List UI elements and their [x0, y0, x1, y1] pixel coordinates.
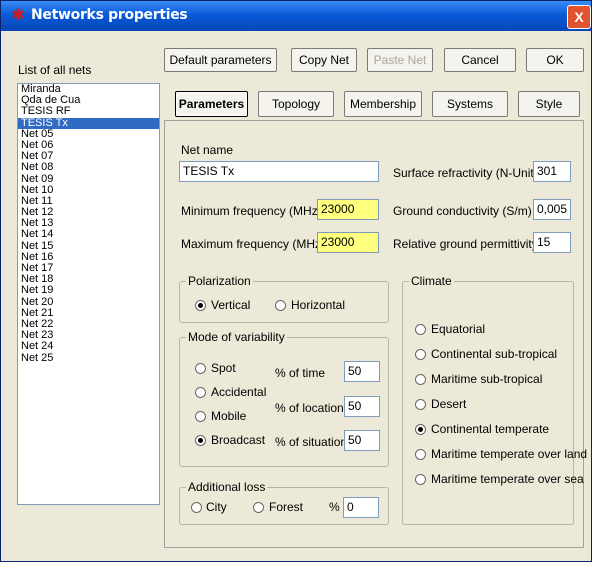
cancel-button[interactable]: Cancel	[444, 48, 516, 72]
list-item[interactable]: TESIS RF	[18, 106, 159, 117]
climate-radio[interactable]	[415, 424, 426, 435]
climate-option-label: Desert	[431, 397, 467, 411]
list-item[interactable]: Net 09	[18, 173, 159, 185]
climate-option-label: Continental sub-tropical	[431, 347, 558, 361]
broadcast-label: Broadcast	[211, 433, 266, 447]
conductivity-label: Ground conductivity (S/m)	[393, 204, 532, 218]
list-item[interactable]: Net 14	[18, 229, 159, 240]
climate-title: Climate	[409, 274, 454, 288]
window-title: Networks properties	[31, 7, 188, 23]
climate-radio[interactable]	[415, 399, 426, 410]
climate-option-label: Continental temperate	[431, 422, 550, 436]
broadcast-radio[interactable]	[195, 435, 206, 446]
net-name-label: Net name	[181, 143, 234, 157]
app-icon: ✱	[11, 7, 25, 24]
min-frequency-label: Minimum frequency (MHz)	[181, 204, 322, 218]
vertical-radio[interactable]	[195, 300, 206, 311]
city-radio[interactable]	[191, 502, 202, 513]
climate-radio[interactable]	[415, 374, 426, 385]
list-item[interactable]: Net 08	[18, 162, 159, 173]
time-label: % of time	[275, 366, 326, 380]
accidental-radio[interactable]	[195, 387, 206, 398]
mobile-label: Mobile	[211, 409, 247, 423]
tab-membership[interactable]: Membership	[344, 91, 422, 117]
climate-option-label: Maritime temperate over sea	[431, 472, 584, 486]
vertical-label: Vertical	[211, 298, 251, 312]
ok-button[interactable]: OK	[526, 48, 584, 72]
nets-listbox[interactable]: Miranda Qda de Cua TESIS RF TESIS Tx Net 05 N…	[17, 83, 160, 505]
climate-radio[interactable]	[415, 449, 426, 460]
list-item[interactable]: Net 25	[18, 352, 159, 364]
forest-radio[interactable]	[253, 502, 264, 513]
tab-systems[interactable]: Systems	[432, 91, 508, 117]
climate-group: Climate	[402, 274, 574, 525]
locations-label: % of locations	[275, 401, 350, 415]
net-name-input[interactable]: TESIS Tx	[179, 161, 379, 182]
horizontal-radio[interactable]	[275, 300, 286, 311]
list-label: List of all nets	[18, 63, 92, 77]
paste-net-button[interactable]: Paste Net	[367, 48, 433, 72]
city-label: City	[206, 500, 227, 514]
loss-percent-label: %	[329, 500, 340, 514]
tab-parameters[interactable]: Parameters	[175, 91, 248, 117]
close-button[interactable]: X	[567, 5, 591, 29]
climate-radio[interactable]	[415, 349, 426, 360]
variability-title: Mode of variability	[186, 330, 287, 344]
time-input[interactable]: 50	[344, 361, 380, 382]
refractivity-input[interactable]: 301	[533, 161, 571, 182]
climate-option-label: Maritime sub-tropical	[431, 372, 543, 386]
min-frequency-input[interactable]: 23000	[317, 199, 379, 220]
list-item[interactable]: Net 19	[18, 285, 159, 296]
loss-percent-input[interactable]: 0	[343, 497, 379, 518]
polarization-title: Polarization	[186, 274, 253, 288]
spot-radio[interactable]	[195, 363, 206, 374]
mobile-radio[interactable]	[195, 411, 206, 422]
permittivity-label: Relative ground permittivity	[393, 237, 538, 251]
max-frequency-input[interactable]: 23000	[317, 232, 379, 253]
tab-topology[interactable]: Topology	[258, 91, 334, 117]
climate-radio[interactable]	[415, 324, 426, 335]
horizontal-label: Horizontal	[291, 298, 346, 312]
max-frequency-label: Maximum frequency (MHz)	[181, 237, 326, 251]
situations-input[interactable]: 50	[344, 430, 380, 451]
spot-label: Spot	[211, 361, 236, 375]
locations-input[interactable]: 50	[344, 396, 380, 417]
copy-net-button[interactable]: Copy Net	[291, 48, 357, 72]
tab-style[interactable]: Style	[518, 91, 580, 117]
title-bar[interactable]: ✱ Networks properties X	[1, 1, 591, 31]
refractivity-label: Surface refractivity (N-Units)	[393, 166, 544, 180]
permittivity-input[interactable]: 15	[533, 232, 571, 253]
climate-option-label: Maritime temperate over land	[431, 447, 588, 461]
default-parameters-button[interactable]: Default parameters	[164, 48, 277, 72]
additional-loss-title: Additional loss	[186, 480, 268, 494]
conductivity-input[interactable]: 0,005	[533, 199, 571, 220]
climate-option-label: Equatorial	[431, 322, 486, 336]
climate-radio[interactable]	[415, 474, 426, 485]
forest-label: Forest	[269, 500, 304, 514]
situations-label: % of situations	[275, 435, 354, 449]
list-item[interactable]: Net 24	[18, 341, 159, 352]
networks-properties-window: ✱ Networks properties X List of all nets…	[0, 0, 592, 562]
accidental-label: Accidental	[211, 385, 267, 399]
